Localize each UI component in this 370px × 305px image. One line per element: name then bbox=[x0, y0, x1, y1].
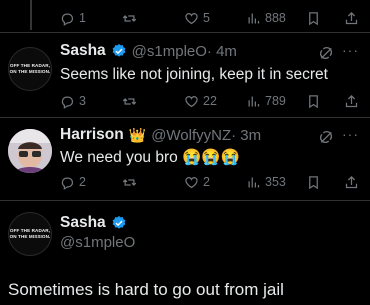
like-icon bbox=[185, 12, 198, 24]
verified-badge-icon bbox=[112, 44, 126, 57]
reply-button[interactable]: 1 bbox=[60, 11, 86, 26]
avatar[interactable] bbox=[8, 129, 52, 173]
like-button[interactable]: 2 bbox=[184, 175, 210, 190]
author-handle[interactable]: @s1mpleO bbox=[60, 234, 135, 251]
timestamp[interactable]: · 4m bbox=[207, 43, 237, 60]
divider bbox=[0, 32, 370, 33]
repost-icon bbox=[122, 14, 137, 22]
bookmark-icon bbox=[309, 94, 318, 108]
views-icon bbox=[248, 13, 260, 23]
avatar-text-line2: ON THE MISSION. bbox=[9, 69, 51, 74]
avatar[interactable]: OFF THE RADAR, ON THE MISSION. bbox=[8, 47, 52, 91]
avatar-photo-icon bbox=[8, 129, 52, 173]
share-button[interactable] bbox=[344, 175, 359, 190]
author-name[interactable]: Sasha bbox=[60, 42, 106, 60]
views-button[interactable]: 888 bbox=[246, 11, 286, 26]
like-button[interactable]: 22 bbox=[184, 94, 217, 109]
reply-icon bbox=[61, 177, 74, 190]
views-icon bbox=[248, 96, 260, 106]
share-button[interactable] bbox=[344, 94, 359, 109]
reply-count: 1 bbox=[79, 11, 86, 25]
like-count: 5 bbox=[203, 11, 210, 25]
share-icon bbox=[345, 175, 358, 188]
tweet-header: Sasha @s1mpleO · 4m bbox=[60, 42, 237, 60]
bookmark-icon bbox=[309, 11, 318, 25]
verified-badge-icon bbox=[112, 216, 126, 229]
bookmark-button[interactable] bbox=[306, 94, 321, 109]
repost-icon bbox=[122, 97, 137, 105]
author-handle[interactable]: @s1mpleO bbox=[132, 43, 207, 60]
reply-count: 3 bbox=[79, 94, 86, 108]
divider bbox=[0, 200, 370, 201]
author-name[interactable]: Sasha bbox=[60, 214, 106, 232]
avatar-text-line2: ON THE MISSION. bbox=[9, 234, 51, 239]
views-count: 789 bbox=[265, 94, 286, 108]
tweet-text: Sometimes is hard to go out from jail bbox=[8, 280, 284, 299]
reply-button[interactable]: 2 bbox=[60, 175, 86, 190]
like-count: 22 bbox=[203, 94, 217, 108]
bookmark-icon bbox=[309, 175, 318, 189]
divider bbox=[0, 117, 370, 118]
bookmark-button[interactable] bbox=[306, 11, 321, 26]
tweet-text: We need you bro 😭😭😭 bbox=[60, 149, 240, 166]
grok-icon[interactable] bbox=[318, 45, 334, 61]
more-icon[interactable]: ··· bbox=[342, 126, 359, 142]
tweet-header: Sasha bbox=[60, 214, 127, 232]
tweet-text: Seems like not joining, keep it in secre… bbox=[60, 66, 328, 83]
views-count: 353 bbox=[265, 175, 286, 189]
like-icon bbox=[185, 95, 198, 107]
repost-button[interactable] bbox=[122, 94, 137, 109]
timestamp[interactable]: · 3m bbox=[231, 127, 261, 144]
views-count: 888 bbox=[265, 11, 286, 25]
author-name[interactable]: Harrison bbox=[60, 126, 124, 144]
repost-button[interactable] bbox=[122, 11, 137, 26]
tweet2-action-bar: 2 2 353 bbox=[60, 172, 360, 192]
reply-icon bbox=[61, 96, 74, 109]
repost-icon bbox=[122, 178, 137, 186]
share-button[interactable] bbox=[344, 11, 359, 26]
thread-line-top bbox=[30, 0, 32, 30]
like-button[interactable]: 5 bbox=[184, 11, 210, 26]
more-icon[interactable]: ··· bbox=[342, 42, 359, 58]
reply-button[interactable]: 3 bbox=[60, 94, 86, 109]
reply-icon bbox=[61, 13, 74, 26]
avatar[interactable]: OFF THE RADAR, ON THE MISSION. bbox=[8, 212, 52, 256]
top-action-bar: 1 5 888 bbox=[60, 8, 360, 28]
reply-count: 2 bbox=[79, 175, 86, 189]
grok-icon[interactable] bbox=[318, 129, 334, 145]
bookmark-button[interactable] bbox=[306, 175, 321, 190]
views-icon bbox=[248, 177, 260, 187]
like-icon bbox=[185, 176, 198, 188]
share-icon bbox=[345, 94, 358, 107]
share-icon bbox=[345, 11, 358, 24]
tweet-header: Harrison 👑 @WolfyyNZ · 3m bbox=[60, 126, 261, 144]
tweet1-action-bar: 3 22 789 bbox=[60, 91, 360, 111]
like-count: 2 bbox=[203, 175, 210, 189]
views-button[interactable]: 353 bbox=[246, 175, 286, 190]
crown-emoji: 👑 bbox=[128, 127, 147, 143]
views-button[interactable]: 789 bbox=[246, 94, 286, 109]
repost-button[interactable] bbox=[122, 175, 137, 190]
author-handle[interactable]: @WolfyyNZ bbox=[151, 127, 231, 144]
